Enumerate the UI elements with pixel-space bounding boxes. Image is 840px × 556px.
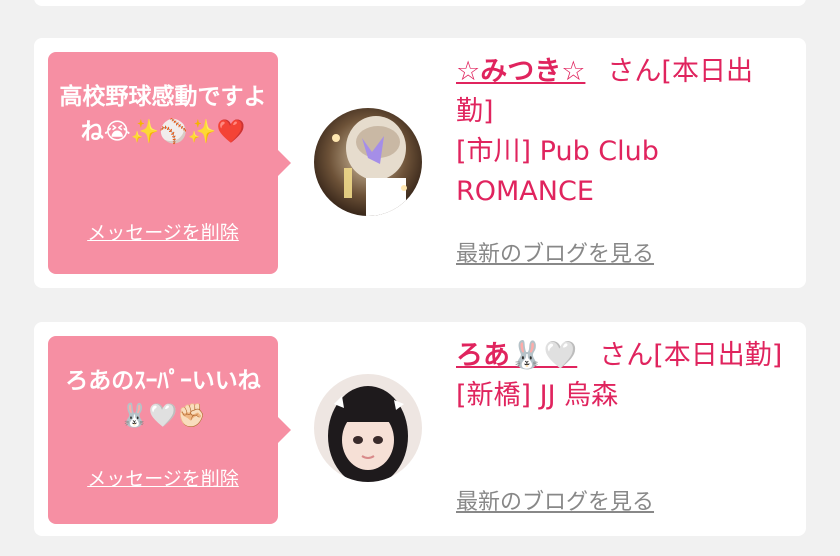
- cast-info: ☆みつき☆ さん[本日出勤] [市川] Pub Club ROMANCE 最新のブ…: [456, 52, 786, 267]
- avatar[interactable]: [314, 374, 422, 482]
- message-card: 高校野球感動ですよね😭✨⚾✨❤️ メッセージを削除 ☆みつき☆さん[本日出勤]: [34, 38, 806, 288]
- cast-name-line: ☆みつき☆ さん[本日出勤]: [456, 52, 786, 132]
- message-bubble: ろあのｽｰﾊﾟｰいいね🐰🤍✊🏻 メッセージを削除: [48, 336, 291, 524]
- delete-message-link[interactable]: メッセージを削除: [48, 464, 278, 491]
- cast-name-link[interactable]: ☆みつき☆: [456, 56, 585, 87]
- delete-message-link[interactable]: メッセージを削除: [48, 218, 278, 245]
- shop-name: [市川] Pub Club ROMANCE: [456, 136, 659, 207]
- message-text: 高校野球感動ですよね😭✨⚾✨❤️: [59, 84, 267, 145]
- avatar-photo: [314, 108, 422, 216]
- shop-name: [新橋] JJ 烏森: [456, 380, 619, 411]
- message-card: ろあのｽｰﾊﾟｰいいね🐰🤍✊🏻 メッセージを削除 ろあ🐰🤍 さん[本日出勤] [新…: [34, 322, 806, 536]
- avatar[interactable]: [314, 108, 422, 216]
- latest-blog-link[interactable]: 最新のブログを見る: [456, 236, 654, 268]
- cast-status: さん[本日出勤]: [599, 340, 783, 371]
- avatar-photo: [314, 374, 422, 482]
- message-bubble: 高校野球感動ですよね😭✨⚾✨❤️ メッセージを削除: [48, 52, 291, 274]
- cast-name-line: ろあ🐰🤍 さん[本日出勤]: [456, 336, 786, 376]
- cast-info: ろあ🐰🤍 さん[本日出勤] [新橋] JJ 烏森 最新のブログを見る: [456, 336, 786, 515]
- latest-blog-link[interactable]: 最新のブログを見る: [456, 484, 654, 516]
- previous-card-edge: [34, 0, 806, 6]
- message-text: ろあのｽｰﾊﾟｰいいね🐰🤍✊🏻: [65, 368, 261, 429]
- cast-name-link[interactable]: ろあ🐰🤍: [456, 340, 577, 371]
